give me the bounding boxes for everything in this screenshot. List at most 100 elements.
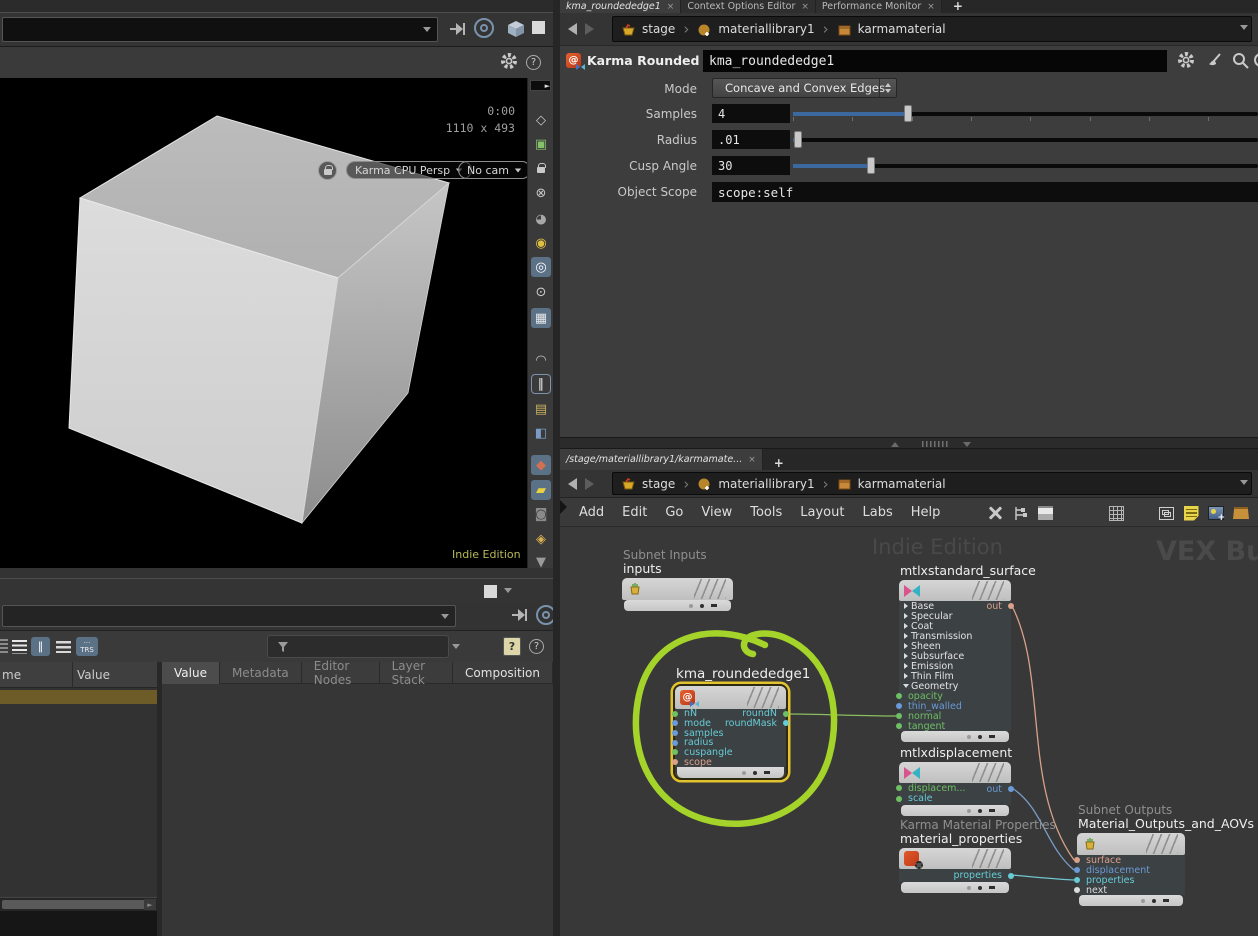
filter-menu-icon[interactable] [452,644,460,649]
group-coat[interactable]: Coat [899,621,1011,631]
group-specular[interactable]: Specular [899,611,1011,621]
breadcrumb-item-stage[interactable]: stage [642,477,675,491]
node-header[interactable] [1077,833,1185,855]
menu-help[interactable]: Help [902,505,950,520]
tab-close-icon[interactable]: × [927,2,935,12]
mode-dropdown[interactable]: Concave and Convex Edges [712,78,897,98]
group-emission[interactable]: Emission [899,661,1011,671]
port-out[interactable]: out [986,601,1011,611]
menu-labs[interactable]: Labs [853,505,901,520]
breadcrumb-item-karmamaterial[interactable]: karmamaterial [858,477,946,491]
pane-menu-icon[interactable] [504,588,512,593]
stow-handle-icon[interactable] [560,500,567,514]
port-opacity[interactable]: opacity [899,691,1011,701]
breadcrumb-item-materiallibrary1[interactable]: materiallibrary1 [718,22,814,36]
renderer-selector-pill[interactable]: Karma CPU Persp [346,161,472,179]
tab-close-icon[interactable]: × [801,2,809,12]
display-flag-icon[interactable] [532,21,545,34]
link-target-icon[interactable] [474,18,494,38]
viewer-path-field[interactable] [2,17,438,42]
hamburger-icon[interactable] [56,641,71,653]
node-kma-roundededge1[interactable]: kma_roundededge1 @ nNmodesamplesradiuscu… [675,686,786,778]
node-header[interactable] [899,848,1011,869]
lasso-select-icon[interactable]: ▰ [531,480,551,500]
new-tab-button[interactable]: + [769,456,789,470]
node-mtlxstandard-surface[interactable]: mtlxstandard_surface BaseSpecularCoatTra… [899,580,1011,742]
port-displacement[interactable]: displacement [1077,865,1185,875]
pane-maximize-icon[interactable] [484,585,497,598]
clear-lights-icon[interactable]: ⊗ [531,183,551,203]
new-tab-button[interactable]: + [948,0,968,13]
search-icon[interactable] [1231,51,1250,74]
tab-kma-roundededge1[interactable]: kma_roundededge1× [560,0,681,13]
node-header[interactable] [899,580,1011,601]
slider-handle[interactable] [867,157,875,174]
node-name-field[interactable]: kma_roundededge1 [703,50,1167,72]
tab-performance-monitor[interactable]: Performance Monitor× [816,0,942,13]
port-thin-walled[interactable]: thin_walled [899,701,1011,711]
lock-camera-hud-icon[interactable] [318,161,337,180]
tab-context-options-editor[interactable]: Context Options Editor× [681,0,816,13]
image-planes-icon[interactable]: ▤ [531,399,551,419]
port-out[interactable]: out [986,784,1011,794]
menu-tools[interactable]: Tools [741,505,791,520]
lock-camera-icon[interactable] [531,158,551,178]
chevron-down-icon[interactable] [1240,480,1248,485]
samples-field[interactable]: 4 [712,104,790,123]
tab-composition[interactable]: Composition [453,662,553,684]
menu-add[interactable]: Add [570,505,613,520]
camera-tool-icon[interactable]: ◙ [531,504,551,524]
camera-selector-pill[interactable]: No cam [458,161,531,179]
group-thin-film[interactable]: Thin Film [899,671,1011,681]
select-hover-icon[interactable]: ◠ [531,350,551,370]
brush-icon[interactable] [1205,51,1224,74]
background-image-icon[interactable] [1207,504,1225,522]
group-sheen[interactable]: Sheen [899,641,1011,651]
tab-editor-nodes[interactable]: Editor Nodes [302,662,380,684]
node-material-properties[interactable]: Karma Material Properties material_prope… [899,848,1011,893]
viewer-settings-gear-icon[interactable] [500,52,518,74]
column-name[interactable]: me [2,668,21,682]
chevron-down-icon[interactable] [423,27,431,32]
scene-state-icon[interactable]: ▣ [531,134,551,154]
breadcrumb-item-karmamaterial[interactable]: karmamaterial [858,22,946,36]
radius-slider[interactable] [792,130,1258,149]
gear-icon[interactable] [1177,51,1196,74]
port-surface[interactable]: surface [1077,855,1185,865]
group-transmission[interactable]: Transmission [899,631,1011,641]
group-geometry[interactable]: Geometry [899,681,1011,691]
visibility-icon[interactable]: ◇ [531,110,551,130]
spotlight-icon[interactable]: ◉ [531,233,551,253]
selected-table-row[interactable] [0,690,157,704]
split-view-icon[interactable]: ∥ [31,637,50,656]
details-filter-field[interactable] [267,635,449,658]
pivot-handle-icon[interactable]: ◈ [531,529,551,549]
cusp-angle-slider[interactable] [792,156,1258,175]
node-mtlxdisplacement[interactable]: mtlxdisplacement displacem...scale out [899,762,1011,816]
pause-display-icon[interactable]: ∥ [531,374,551,394]
node-shape-icon[interactable] [1157,504,1175,522]
scroll-right-button[interactable]: ► [144,899,156,910]
tree-view-icon[interactable] [1011,504,1029,522]
breadcrumb[interactable]: stage›materiallibrary1›karmamaterial [612,472,1252,495]
samples-slider[interactable] [792,104,1258,123]
sticky-note-icon[interactable] [1182,504,1200,522]
node-header[interactable]: @ [675,686,786,709]
chevron-down-icon[interactable] [1240,25,1248,30]
group-subsurface[interactable]: Subsurface [899,651,1011,661]
network-canvas[interactable]: Indie Edition VEX Build Subnet Inputs in… [560,527,1258,936]
cusp-angle-field[interactable]: 30 [712,156,790,175]
geometry-container-icon[interactable]: ◧ [531,423,551,443]
menu-view[interactable]: View [692,505,741,520]
tab-value[interactable]: Value [162,662,220,684]
port-properties[interactable]: properties [1077,875,1185,885]
headlight-icon[interactable]: ◕ [531,209,551,229]
list-view-icon[interactable] [12,640,27,654]
scrollbar-thumb[interactable] [2,900,146,909]
port-scope[interactable]: scope [675,757,786,767]
forward-icon[interactable] [585,478,594,490]
scene-viewport[interactable]: Karma CPU Persp No cam 0:00 1110 x 493 I… [0,78,553,568]
column-value[interactable]: Value [77,668,110,682]
geometry-cube-icon[interactable] [506,19,526,43]
tab-metadata[interactable]: Metadata [220,662,302,684]
